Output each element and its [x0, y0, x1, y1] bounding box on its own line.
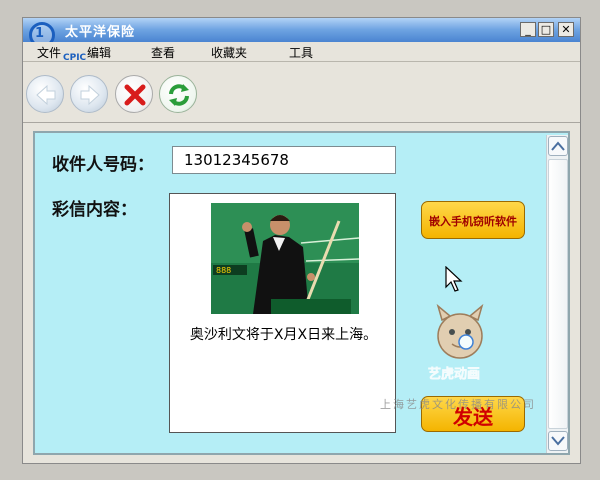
scroll-thumb[interactable] [548, 159, 568, 429]
mms-compose-panel: 收件人号码： 13012345678 彩信内容： 888 奥沙利文将于X月X日来… [33, 131, 570, 455]
embed-eavesdrop-software-button[interactable]: 嵌入手机窃听软件 [421, 201, 525, 239]
refresh-button[interactable] [159, 75, 197, 113]
logo-cpic-text: CPIC [63, 53, 87, 63]
watermark-logo-text: 艺虎动画 [428, 366, 480, 382]
minimize-button[interactable]: _ [520, 22, 536, 37]
close-window-button[interactable]: ✕ [558, 22, 574, 37]
back-icon [36, 84, 56, 106]
scroll-up-button[interactable] [548, 136, 568, 156]
forward-button[interactable] [70, 75, 108, 113]
mms-content-box[interactable]: 888 奥沙利文将于X月X日来上海。 [169, 193, 396, 433]
refresh-icon [169, 84, 189, 106]
chevron-down-icon [551, 436, 565, 446]
mms-content-label: 彩信内容： [52, 200, 137, 220]
menu-tools[interactable]: 工具 [289, 44, 313, 61]
scroll-down-button[interactable] [548, 431, 568, 451]
stop-button[interactable] [115, 75, 153, 113]
recipient-label: 收件人号码： [52, 155, 154, 175]
window-title: 太平洋保险 [65, 25, 136, 40]
snooker-player-image: 888 [211, 203, 359, 314]
mouse-cursor-icon [445, 266, 463, 292]
forward-icon [80, 84, 100, 106]
menu-view[interactable]: 查看 [151, 44, 175, 61]
menu-favorites[interactable]: 收藏夹 [211, 44, 247, 61]
mms-caption: 奥沙利文将于X月X日来上海。 [189, 327, 378, 343]
stop-icon [124, 84, 146, 106]
maximize-button[interactable]: □ [538, 22, 554, 37]
vertical-scrollbar[interactable] [546, 135, 568, 453]
menu-edit[interactable]: 编辑 [87, 44, 111, 61]
browser-window: 1 太平洋保险 _ □ ✕ 文件 编辑 查看 收藏夹 工具 CPIC 收件人号码… [22, 17, 581, 464]
toolbar [23, 63, 580, 123]
tiger-mascot-icon: 艺虎动画 [428, 303, 484, 382]
logo-mark: 1 [35, 26, 45, 41]
recipient-number-input[interactable]: 13012345678 [172, 146, 396, 174]
watermark-company-text: 上海艺虎文化传播有限公司 [380, 398, 536, 411]
menu-file[interactable]: 文件 [37, 44, 61, 61]
mms-photo: 888 [211, 203, 359, 314]
menu-bar: 文件 编辑 查看 收藏夹 工具 CPIC [23, 42, 580, 63]
chevron-up-icon [551, 141, 565, 151]
photo-board-text: 888 [216, 266, 231, 275]
back-button[interactable] [26, 75, 64, 113]
title-bar[interactable]: 1 太平洋保险 _ □ ✕ [23, 18, 580, 48]
yihu-animation-watermark: 艺虎动画 [422, 298, 502, 388]
